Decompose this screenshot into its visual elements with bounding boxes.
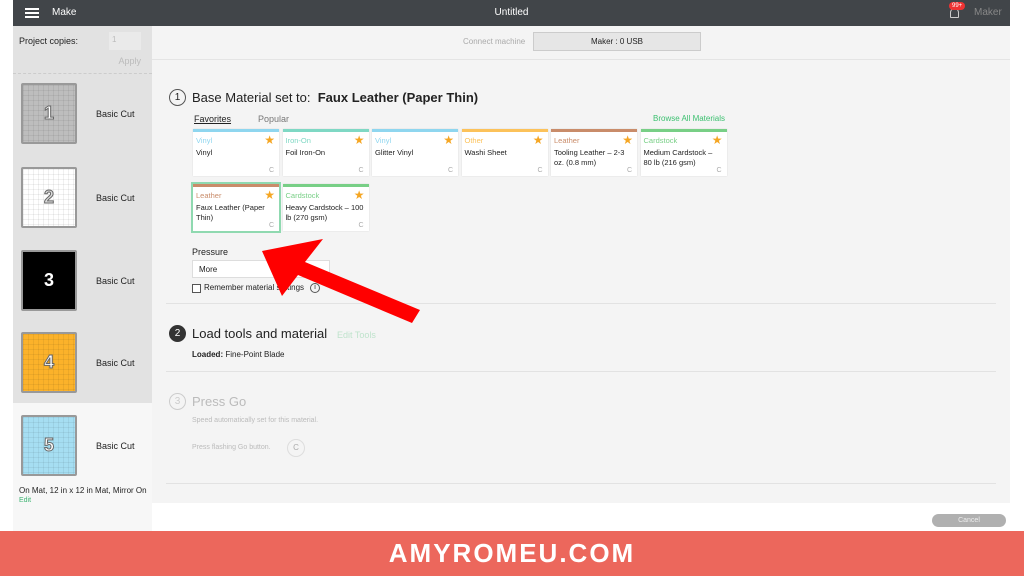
- project-copies-input[interactable]: 1: [109, 32, 141, 50]
- star-icon[interactable]: ★: [354, 188, 365, 202]
- project-copies-label: Project copies:: [19, 36, 79, 46]
- go-button-icon: C: [287, 439, 305, 457]
- material-card[interactable]: Leather ★ Tooling Leather – 2-3 oz. (0.8 m…: [551, 129, 637, 176]
- cricut-icon: C: [716, 167, 722, 174]
- star-icon[interactable]: ★: [264, 188, 275, 202]
- top-bar: Make Untitled 99+ Maker: [13, 0, 1010, 26]
- cricut-icon: C: [358, 222, 364, 229]
- tab-popular[interactable]: Popular: [258, 114, 289, 124]
- star-icon[interactable]: ★: [622, 133, 633, 147]
- project-title: Untitled: [494, 7, 529, 18]
- connect-machine-label: Connect machine: [463, 37, 526, 46]
- loaded-label: Loaded:: [192, 350, 224, 359]
- mat-sidebar: Project copies: 1 Apply 1 Basic Cut 2 Basic…: [13, 26, 152, 531]
- machine-select[interactable]: Maker : 0 USB: [533, 32, 701, 51]
- footer-bar: Cancel: [152, 503, 1010, 531]
- step-1-title: Base Material set to: Faux Leather (Pape…: [192, 90, 478, 105]
- step-1-prefix: Base Material set to:: [192, 90, 311, 105]
- loaded-tools: Loaded: Fine-Point Blade: [192, 350, 285, 359]
- mat-thumbnail-3[interactable]: 3: [21, 250, 77, 311]
- material-category: Vinyl: [375, 136, 392, 145]
- info-icon[interactable]: i: [310, 283, 320, 293]
- cricut-icon: C: [358, 167, 364, 174]
- material-name: Foil Iron-On: [285, 148, 326, 157]
- mat-thumbnail-1[interactable]: 1: [21, 83, 77, 144]
- material-category: Cardstock: [285, 191, 320, 200]
- material-card[interactable]: Cardstock ★ Heavy Cardstock – 100 lb (270 …: [282, 184, 369, 231]
- cricut-icon: C: [268, 167, 274, 174]
- step-1-number: 1: [169, 89, 186, 106]
- main-panel: Connect machine Maker : 0 USB 1 Base Mat…: [152, 26, 1010, 503]
- material-name: Heavy Cardstock – 100 lb (270 gsm): [285, 203, 364, 222]
- material-category: Cardstock: [643, 136, 678, 145]
- remember-settings-label: Remember material settings: [204, 283, 305, 292]
- step-3-title: Press Go: [192, 394, 247, 409]
- material-category: Leather: [196, 191, 222, 200]
- material-card[interactable]: Iron-On ★ Foil Iron-On C: [282, 129, 369, 176]
- material-category: Iron-On: [285, 136, 311, 145]
- material-name: Washi Sheet: [464, 148, 507, 157]
- material-name: Tooling Leather – 2-3 oz. (0.8 mm): [554, 148, 625, 167]
- mat-thumbnail-4[interactable]: 4: [21, 332, 77, 393]
- step-2-title: Load tools and material: [192, 326, 328, 341]
- divider: [152, 59, 1010, 60]
- divider: [166, 371, 996, 372]
- remember-settings-checkbox[interactable]: [192, 284, 201, 293]
- step-3-number: 3: [169, 393, 186, 410]
- chevron-down-icon: ⌄: [316, 264, 323, 273]
- star-icon[interactable]: ★: [443, 133, 454, 147]
- material-card[interactable]: Vinyl ★ Vinyl C: [193, 129, 279, 176]
- pressure-select[interactable]: More ⌄: [192, 260, 330, 278]
- mat-label: Basic Cut: [96, 276, 135, 286]
- press-go-note: Press flashing Go button.: [192, 444, 271, 451]
- browse-all-materials-link[interactable]: Browse All Materials: [653, 114, 725, 123]
- divider: [166, 483, 996, 484]
- mat-thumbnail-2[interactable]: 2: [21, 167, 77, 228]
- apply-button[interactable]: Apply: [118, 56, 141, 66]
- star-icon[interactable]: ★: [354, 133, 365, 147]
- selected-material: Faux Leather (Paper Thin): [317, 90, 479, 105]
- loaded-value: Fine-Point Blade: [225, 350, 285, 359]
- material-name: Faux Leather (Paper Thin): [196, 203, 265, 222]
- material-category: Other: [464, 136, 484, 145]
- material-card[interactable]: Other ★ Washi Sheet C: [461, 129, 548, 176]
- divider: [13, 73, 152, 74]
- speed-note: Speed automatically set for this materia…: [192, 417, 319, 424]
- site-banner: AMYROMEU.COM: [0, 531, 1024, 576]
- edit-tools-link[interactable]: Edit Tools: [337, 330, 376, 340]
- cricut-icon: C: [268, 222, 274, 229]
- cricut-icon: C: [626, 167, 632, 174]
- material-name: Glitter Vinyl: [375, 148, 414, 157]
- notification-badge: 99+: [949, 2, 966, 10]
- star-icon[interactable]: ★: [533, 133, 544, 147]
- user-menu[interactable]: Maker: [974, 7, 1002, 18]
- tab-favorites[interactable]: Favorites: [194, 114, 231, 124]
- star-icon[interactable]: ★: [264, 133, 275, 147]
- material-category: Leather: [554, 136, 580, 145]
- mat-info: On Mat, 12 in x 12 in Mat, Mirror On: [19, 486, 147, 495]
- star-icon[interactable]: ★: [712, 133, 723, 147]
- material-name: Medium Cardstock – 80 lb (216 gsm): [643, 148, 713, 167]
- pressure-label: Pressure: [192, 247, 229, 257]
- divider: [166, 303, 996, 304]
- mat-label: Basic Cut: [96, 193, 135, 203]
- mat-label: Basic Cut: [96, 358, 135, 368]
- cancel-button[interactable]: Cancel: [932, 514, 1006, 527]
- material-name: Vinyl: [196, 148, 213, 157]
- material-card[interactable]: Vinyl ★ Glitter Vinyl C: [372, 129, 458, 176]
- mat-label: Basic Cut: [96, 109, 135, 119]
- pressure-value: More: [199, 265, 218, 274]
- mat-thumbnail-5[interactable]: 5: [21, 415, 77, 476]
- cricut-icon: C: [537, 167, 543, 174]
- step-2-number: 2: [169, 325, 186, 342]
- material-category: Vinyl: [196, 136, 213, 145]
- material-card[interactable]: Cardstock ★ Medium Cardstock – 80 lb (216 …: [640, 129, 727, 176]
- mat-label: Basic Cut: [96, 441, 135, 451]
- material-card[interactable]: Leather ★ Faux Leather (Paper Thin) C: [191, 182, 281, 233]
- edit-mat-link[interactable]: Edit: [19, 497, 31, 504]
- cricut-icon: C: [447, 167, 453, 174]
